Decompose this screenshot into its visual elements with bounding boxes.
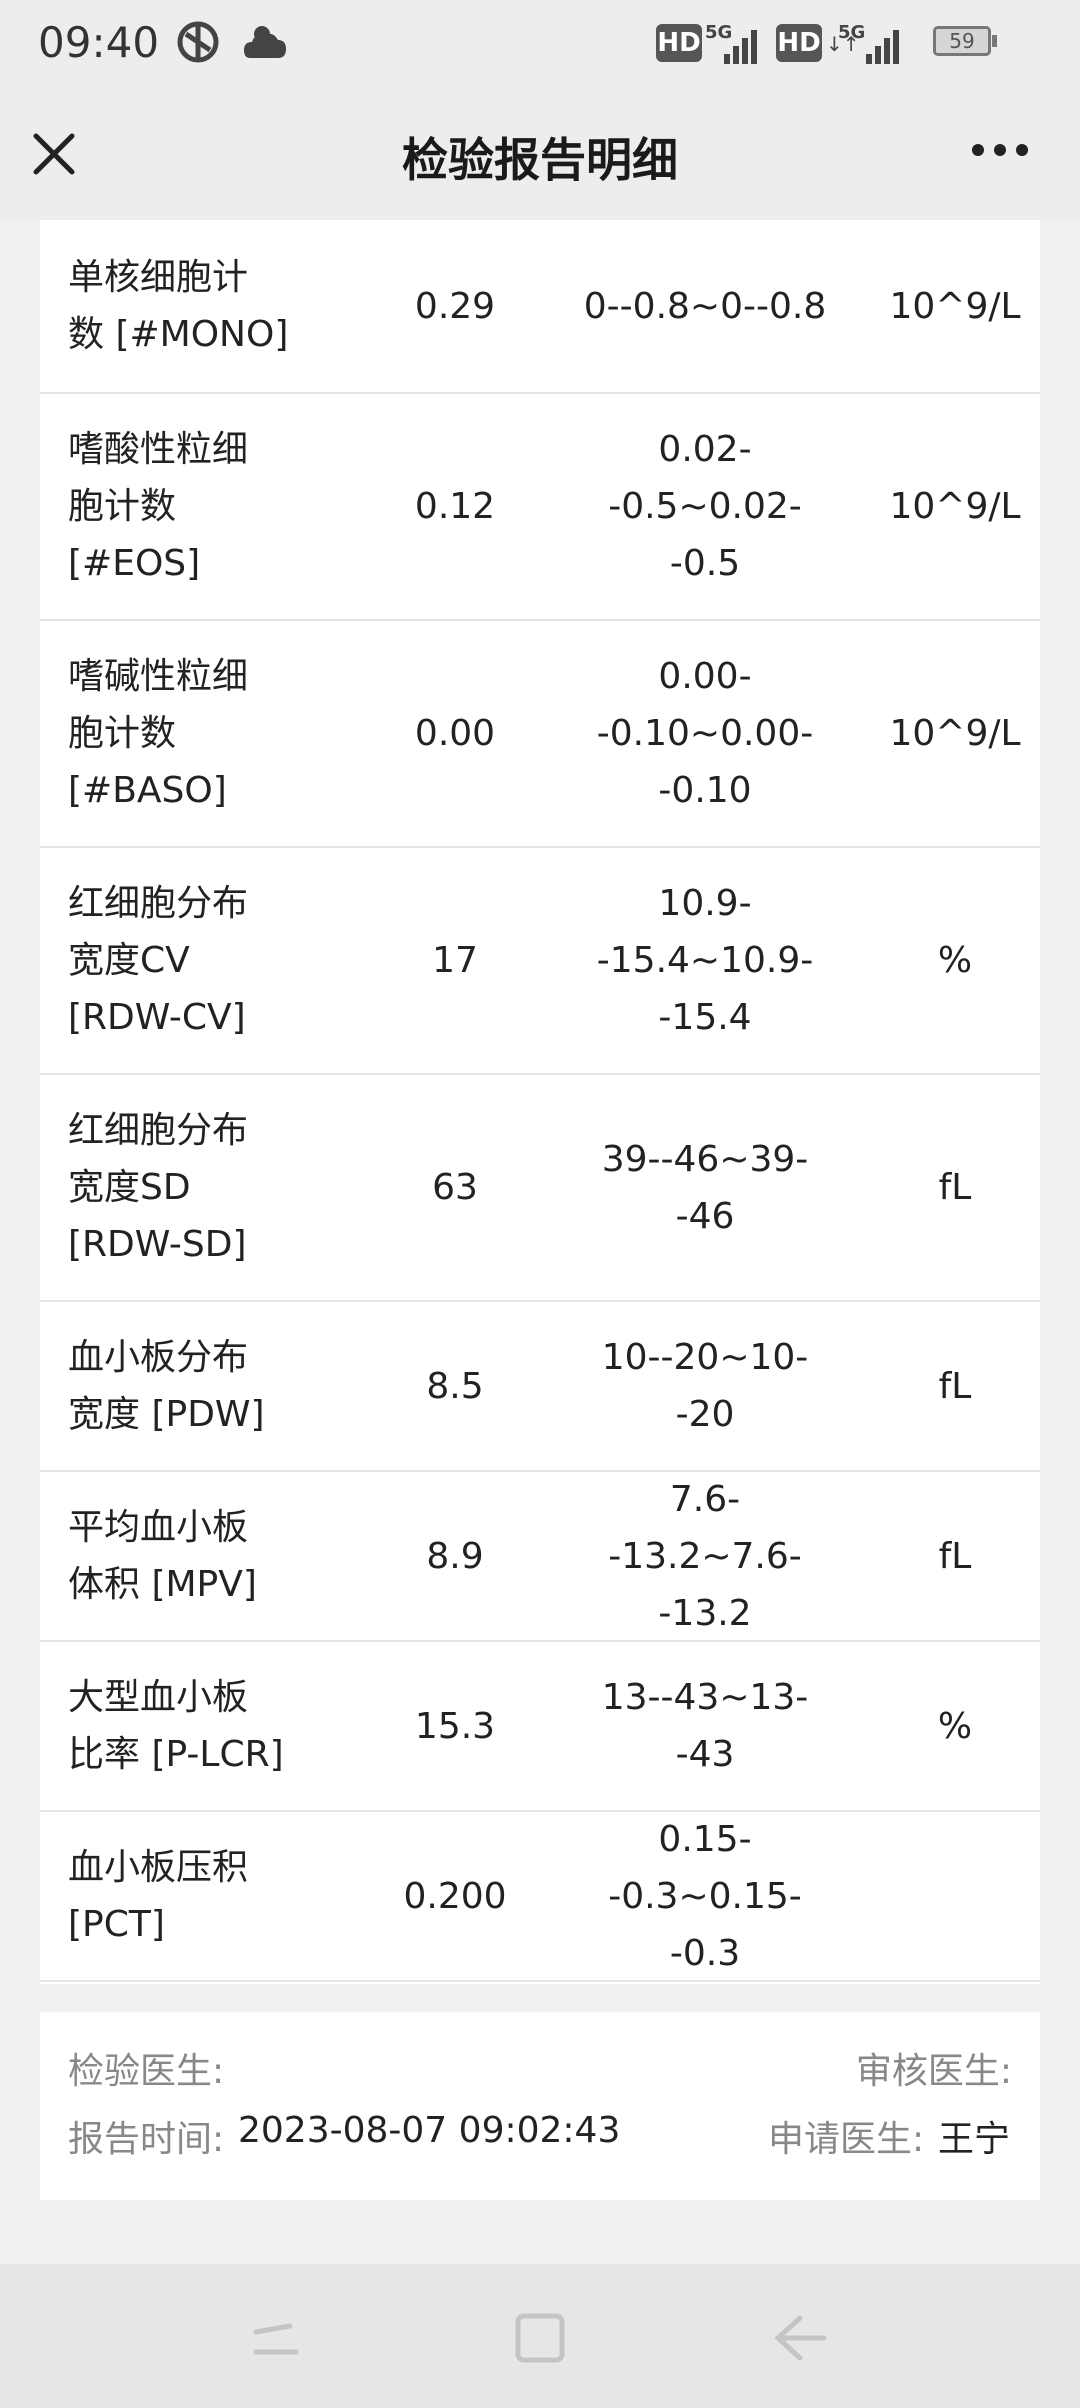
table-row: 嗜碱性粒细 胞计数 [#BASO] 0.00 0.00- -0.10~0.00-… [40, 621, 1040, 848]
item-unit [820, 1812, 1040, 1980]
item-reference-range: 10.9- -15.4~10.9- -15.4 [596, 883, 814, 1038]
item-unit: 10^9/L [889, 713, 1021, 754]
reviewer-label: 审核医生: [855, 2051, 1012, 2092]
item-name: 平均血小板 体积 [MPV] [68, 1507, 257, 1605]
item-reference-range: 0--0.8~0--0.8 [583, 285, 827, 327]
table-row: 平均血小板 体积 [MPV] 8.9 7.6--13.2~7.6- -13.2 … [40, 1472, 1040, 1642]
hd-badge-2: HD [776, 24, 822, 62]
table-row: 大型血小板 比率 [P-LCR] 15.3 13--43~13--43 % [40, 1642, 1040, 1812]
item-reference-range: 0.15- -0.3~0.15--0.3 [608, 1818, 802, 1974]
table-row: 血小板分布 宽度 [PDW] 8.5 10--20~10--20 fL [40, 1302, 1040, 1472]
report-time-label: 报告时间: [68, 2119, 225, 2160]
report-footer: 检验医生: 审核医生: 报告时间: 2023-08-07 09:02:43 申请… [40, 2012, 1040, 2200]
cloud-icon [242, 20, 288, 73]
system-nav-bar [0, 2264, 1080, 2408]
table-row: 红细胞分布 宽度SD [RDW-SD] 63 39--46~39--46 fL [40, 1075, 1040, 1302]
item-value: 8.9 [426, 1535, 484, 1577]
table-row: 血小板压积 [PCT] 0.200 0.15- -0.3~0.15--0.3 [40, 1812, 1040, 1982]
item-value: 0.12 [414, 486, 496, 527]
status-bar: 09:40 HD 5G HD 5G ↓↑ 59 [0, 0, 1080, 88]
data-arrows-icon: ↓↑ [826, 32, 860, 56]
report-time-value: 2023-08-07 09:02:43 [238, 2110, 621, 2151]
back-icon[interactable] [770, 2308, 830, 2368]
battery-icon: 59 [933, 26, 991, 56]
item-reference-range: 0.02- -0.5~0.02--0.5 [608, 429, 802, 584]
item-reference-range: 13--43~13--43 [601, 1677, 809, 1775]
home-icon[interactable] [510, 2308, 570, 2368]
page-title: 检验报告明细 [402, 133, 678, 187]
status-time: 09:40 [38, 18, 160, 67]
item-unit: fL [938, 1365, 972, 1407]
hd-badge-1: HD [656, 24, 702, 62]
item-name: 嗜酸性粒细 胞计数 [#EOS] [68, 429, 249, 584]
item-unit: fL [938, 1535, 972, 1577]
item-name: 血小板压积 [PCT] [68, 1847, 249, 1945]
item-unit: % [937, 940, 973, 981]
report-table: 单核细胞计 数 [#MONO] 0.29 0--0.8~0--0.8 10^9/… [40, 220, 1040, 1984]
item-value: 17 [432, 940, 478, 981]
item-name: 血小板分布 宽度 [PDW] [68, 1337, 265, 1435]
item-reference-range: 10--20~10--20 [601, 1337, 809, 1435]
item-reference-range: 7.6--13.2~7.6- -13.2 [608, 1478, 802, 1634]
battery-tip [992, 35, 997, 47]
signal-icon-2 [866, 30, 900, 64]
table-row: 红细胞分布 宽度CV [RDW-CV] 17 10.9- -15.4~10.9-… [40, 848, 1040, 1075]
item-value: 0.00 [414, 713, 496, 754]
item-value: 0.200 [403, 1875, 507, 1917]
item-name: 嗜碱性粒细 胞计数 [#BASO] [68, 656, 249, 811]
item-value: 15.3 [414, 1705, 496, 1747]
item-unit: 10^9/L [889, 486, 1021, 527]
recents-icon[interactable] [246, 2308, 306, 2368]
item-unit: % [937, 1705, 973, 1747]
item-reference-range: 39--46~39--46 [601, 1138, 809, 1237]
requester-label: 申请医生: [768, 2119, 925, 2160]
item-value: 63 [432, 1167, 478, 1208]
item-name: 红细胞分布 宽度SD [RDW-SD] [68, 1110, 249, 1265]
table-row: 单核细胞计 数 [#MONO] 0.29 0--0.8~0--0.8 10^9/… [40, 220, 1040, 394]
more-options-icon[interactable] [972, 144, 1032, 160]
signal-icon [724, 30, 758, 64]
item-reference-range: 0.00- -0.10~0.00- -0.10 [596, 656, 814, 811]
requester-value: 王宁 [938, 2119, 1011, 2160]
item-value: 0.29 [414, 285, 496, 327]
item-value: 8.5 [426, 1365, 484, 1407]
item-name: 单核细胞计 数 [#MONO] [68, 257, 289, 355]
nav-header: 检验报告明细 [0, 88, 1080, 220]
examiner-label: 检验医生: [68, 2051, 225, 2092]
vpn-icon [176, 20, 220, 73]
item-name: 大型血小板 比率 [P-LCR] [68, 1677, 284, 1775]
item-unit: fL [938, 1167, 972, 1208]
item-name: 红细胞分布 宽度CV [RDW-CV] [68, 883, 249, 1038]
table-row: 嗜酸性粒细 胞计数 [#EOS] 0.12 0.02- -0.5~0.02--0… [40, 394, 1040, 621]
item-unit: 10^9/L [889, 285, 1021, 327]
